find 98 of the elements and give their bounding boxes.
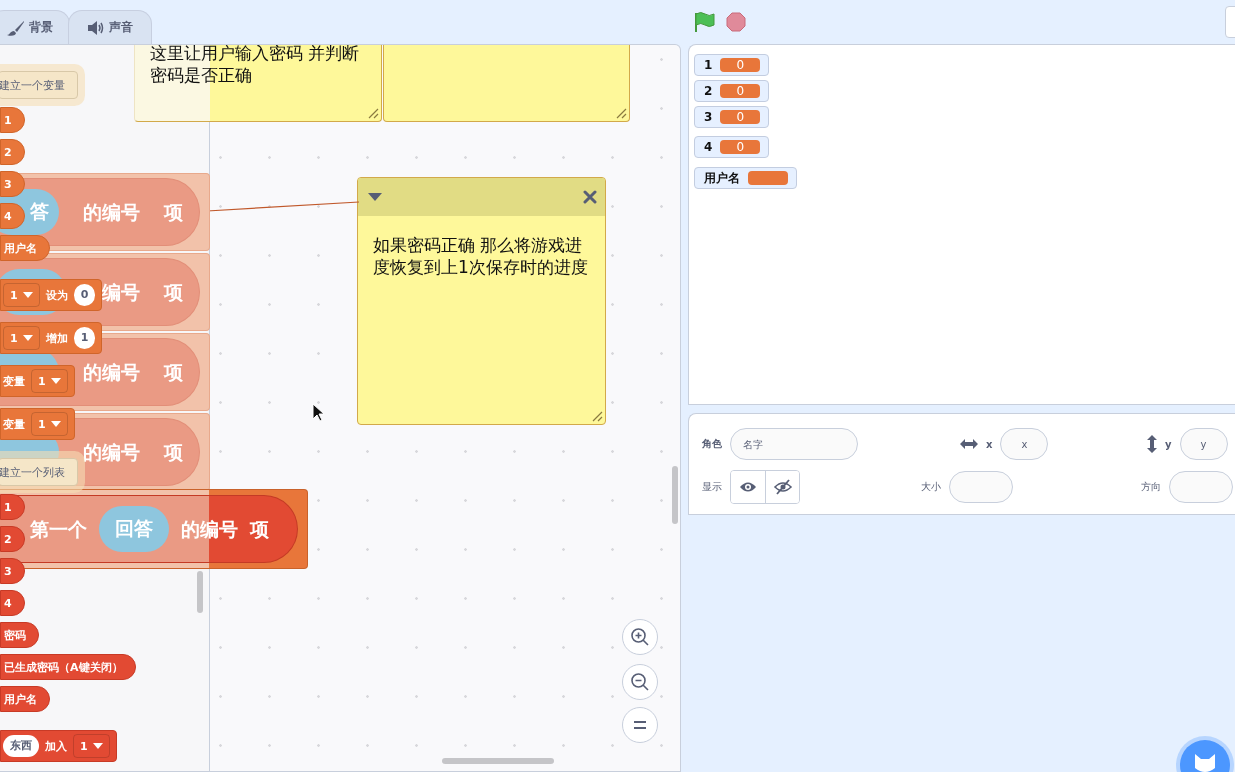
comment-note[interactable]: 这里让用户输入密码 并判断密码是否正确: [134, 45, 382, 122]
list-reporter[interactable]: 4: [0, 590, 25, 616]
block-label: 变量: [3, 373, 25, 389]
monitor-label: 3: [704, 110, 713, 124]
vertical-arrow-icon: [1147, 435, 1157, 453]
variable-reporter[interactable]: 用户名: [0, 235, 50, 261]
scrollbar[interactable]: [672, 466, 678, 524]
eye-slash-icon: [773, 479, 792, 495]
list-reporter[interactable]: 3: [0, 558, 25, 584]
block-label: 的编号: [181, 517, 238, 542]
field-label: 大小: [921, 480, 941, 494]
field-label: 角色: [702, 437, 722, 451]
block-label: 第一个: [30, 517, 87, 542]
resize-handle-icon[interactable]: [367, 107, 379, 119]
zoom-out-icon: [630, 672, 650, 692]
caret-icon[interactable]: [368, 193, 382, 201]
cursor-icon: [312, 403, 325, 422]
monitor-value: 0: [720, 140, 761, 154]
monitor-label: 4: [704, 140, 713, 154]
scrollbar[interactable]: [197, 571, 203, 613]
brush-icon: [7, 19, 25, 36]
input-field[interactable]: y: [1179, 428, 1228, 460]
value-input[interactable]: 东西: [3, 735, 39, 757]
list-dropdown[interactable]: 1: [73, 734, 110, 758]
variable-dropdown[interactable]: 1: [31, 369, 68, 393]
comment-text[interactable]: 如果密码正确 那么将游戏进度恢复到上1次保存时的进度: [358, 216, 605, 278]
value-input[interactable]: 1: [73, 327, 96, 349]
zoom-reset-button[interactable]: [622, 707, 658, 743]
monitor-label: 1: [704, 58, 713, 72]
stop-icon[interactable]: [726, 12, 746, 32]
value-input[interactable]: 0: [73, 284, 96, 306]
add-to-list-block[interactable]: 东西 加入 1: [0, 730, 117, 762]
scrollbar[interactable]: [442, 758, 554, 764]
monitor-value: 0: [720, 58, 761, 72]
block-label: 的编号: [83, 440, 140, 465]
input-field[interactable]: 名字: [730, 428, 858, 460]
monitor-value: 0: [720, 110, 761, 124]
list-reporter[interactable]: 已生成密码（A键关闭）: [0, 654, 136, 680]
block-label: 项: [164, 440, 183, 465]
set-block[interactable]: 1 设为 0: [0, 279, 103, 311]
block-label: 变量: [3, 416, 25, 432]
block-label: 项: [164, 360, 183, 385]
comment-note[interactable]: 如果密码正确 那么将游戏进度恢复到上1次保存时的进度: [357, 177, 606, 425]
monitor-value: [748, 171, 788, 185]
variable-reporter[interactable]: 1: [0, 107, 25, 133]
close-icon[interactable]: [583, 190, 597, 204]
variable-dropdown[interactable]: 1: [3, 283, 40, 307]
field-label: y: [1165, 438, 1172, 450]
input-field[interactable]: [1169, 471, 1233, 503]
tab[interactable]: 背景: [0, 10, 70, 44]
caret-icon: [50, 378, 61, 384]
input-field[interactable]: [949, 471, 1013, 503]
variable-reporter[interactable]: 4: [0, 203, 25, 229]
list-reporter[interactable]: 1: [0, 494, 25, 520]
variable-reporter[interactable]: 3: [0, 171, 25, 197]
zoom-in-button[interactable]: [622, 619, 658, 655]
hide-button[interactable]: [765, 471, 799, 503]
eye-icon: [739, 481, 757, 493]
variable-reporter[interactable]: 2: [0, 139, 25, 165]
zoom-in-icon: [630, 627, 650, 647]
show-variable-block[interactable]: 变量 1: [0, 365, 75, 397]
flag-icon[interactable]: [693, 11, 715, 33]
comment-text[interactable]: 这里让用户输入密码 并判断密码是否正确: [135, 45, 381, 86]
block-label: 设为: [45, 287, 68, 303]
variable-dropdown[interactable]: 1: [3, 326, 40, 350]
speaker-icon: [87, 20, 105, 35]
input-field[interactable]: x: [1000, 428, 1049, 460]
list-reporter[interactable]: 2: [0, 526, 25, 552]
resize-handle-icon[interactable]: [615, 107, 627, 119]
monitor-label: 2: [704, 84, 713, 98]
variable-dropdown[interactable]: 1: [31, 412, 68, 436]
zoom-out-button[interactable]: [622, 664, 658, 700]
caret-icon: [92, 743, 103, 749]
tab[interactable]: 声音: [68, 10, 152, 44]
block-label: 编号: [102, 280, 140, 305]
monitor-label: 用户名: [704, 169, 740, 187]
block-label: 的编号: [83, 360, 140, 385]
comment-note[interactable]: [383, 45, 630, 122]
show-variable-block[interactable]: 变量 1: [0, 408, 75, 440]
block-label: 项: [164, 200, 183, 225]
field-label: 方向: [1141, 480, 1161, 494]
caret-icon: [22, 292, 33, 298]
caret-icon: [50, 421, 61, 427]
block-label: 项: [250, 517, 269, 542]
equals-icon: [633, 721, 647, 729]
list-reporter[interactable]: 用户名: [0, 686, 50, 712]
field-label: x: [986, 438, 993, 450]
cat-icon: [1192, 752, 1218, 772]
block-label: 加入: [45, 738, 67, 754]
list-reporter[interactable]: 密码: [0, 622, 39, 648]
block-label: 项: [164, 280, 183, 305]
resize-handle-icon[interactable]: [591, 410, 603, 422]
monitor-value: 0: [720, 84, 761, 98]
set-block[interactable]: 1 增加 1: [0, 322, 103, 354]
block-label: 的编号: [83, 200, 140, 225]
field-label: 显示: [702, 480, 722, 494]
caret-icon: [22, 335, 33, 341]
horizontal-arrow-icon: [960, 439, 978, 449]
